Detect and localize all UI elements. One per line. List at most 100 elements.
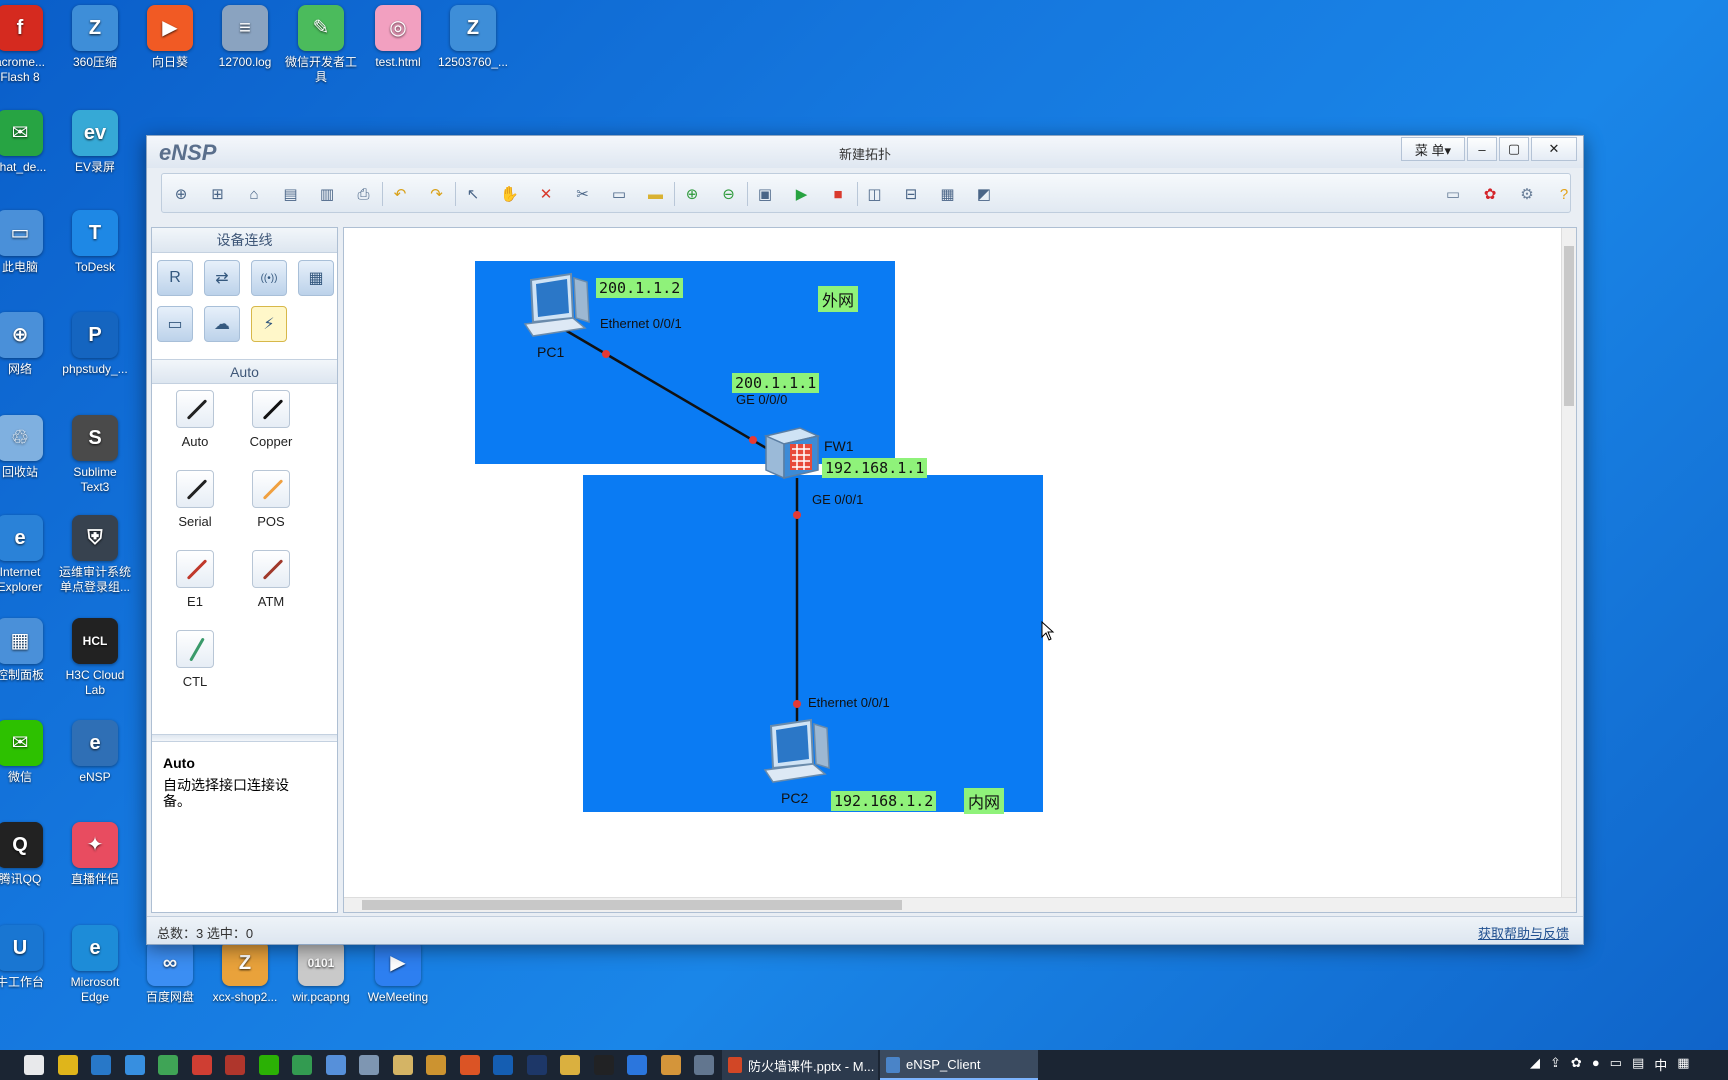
open-icon[interactable]: ⌂ (243, 183, 265, 205)
desktop-icon[interactable]: ▶ WeMeeting (358, 940, 438, 1005)
desktop-icon[interactable]: ∞ 百度网盘 (130, 940, 210, 1005)
stop-icon[interactable]: ■ (827, 183, 849, 205)
select-icon[interactable]: ↖ (462, 183, 484, 205)
pinned-app-icon[interactable] (258, 1055, 279, 1075)
cloud-icon[interactable]: ☁ (204, 306, 240, 342)
task-ensp-client[interactable]: eNSP_Client (880, 1050, 1038, 1080)
desktop-icon[interactable]: S Sublime Text3 (55, 415, 135, 495)
desktop-icon[interactable]: ✉ chat_de... (0, 110, 60, 175)
start-button[interactable] (24, 1055, 44, 1075)
pinned-app-icon[interactable] (560, 1055, 580, 1075)
chat-icon[interactable]: ▭ (1442, 183, 1464, 205)
zoom-out-icon[interactable]: ⊖ (718, 183, 740, 205)
desktop-icon[interactable]: e Microsoft Edge (55, 925, 135, 1005)
display-icon[interactable]: ▭ (1610, 1055, 1622, 1074)
topo-icon[interactable]: ▣ (754, 183, 776, 205)
pinned-app-icon[interactable] (91, 1055, 111, 1075)
undo-icon[interactable]: ↶ (389, 183, 411, 205)
vertical-scrollbar[interactable] (1561, 228, 1576, 898)
upload-icon[interactable]: ⇪ (1550, 1055, 1561, 1074)
pinned-app-icon[interactable] (627, 1055, 647, 1075)
grid-icon[interactable]: ▦ (937, 183, 959, 205)
desktop-icon[interactable]: ▦ 控制面板 (0, 618, 60, 683)
cable-atm[interactable]: ATM (241, 550, 301, 609)
desktop-icon[interactable]: ✎ 微信开发者工具 (281, 5, 361, 85)
desktop-icon[interactable]: HCL H3C Cloud Lab (55, 618, 135, 698)
desktop-icon[interactable]: ◎ test.html (358, 5, 438, 70)
panel-splitter[interactable] (152, 734, 337, 742)
new-topology-icon[interactable]: ⊕ (170, 183, 192, 205)
desktop-icon[interactable]: T ToDesk (55, 210, 135, 275)
mic-icon[interactable]: ● (1592, 1055, 1600, 1074)
pc1-icon[interactable] (519, 272, 593, 338)
ime-indicator[interactable]: 中 (1654, 1055, 1667, 1074)
help-feedback-link[interactable]: 获取帮助与反馈 (1478, 923, 1569, 942)
capture-icon[interactable]: ◫ (864, 183, 886, 205)
help-icon[interactable]: ? (1553, 183, 1575, 205)
cable-copper[interactable]: Copper (241, 390, 301, 449)
pinned-app-icon[interactable] (57, 1055, 78, 1075)
pinned-app-icon[interactable] (158, 1055, 178, 1075)
huawei-tray-icon[interactable]: ✿ (1571, 1055, 1582, 1074)
pinned-app-icon[interactable] (359, 1055, 379, 1075)
rectangle-icon[interactable]: ▬ (645, 183, 667, 205)
firewall-icon[interactable]: ▦ (298, 260, 334, 296)
pinned-app-icon[interactable] (526, 1055, 547, 1075)
pinned-app-icon[interactable] (392, 1055, 413, 1075)
grid-icon[interactable]: ▦ (1677, 1055, 1689, 1074)
pc-icon[interactable]: ▭ (157, 306, 193, 342)
desktop-icon[interactable]: ♲ 回收站 (0, 415, 60, 480)
desktop-icon[interactable]: Z 360压缩 (55, 5, 135, 70)
horizontal-scrollbar[interactable] (344, 897, 1576, 912)
desktop-icon[interactable]: f acrome... Flash 8 (0, 5, 60, 85)
desktop-icon[interactable]: ≡ 12700.log (205, 5, 285, 70)
cable-ctl[interactable]: CTL (165, 630, 225, 689)
desktop-icon[interactable]: ⛨ 运维审计系统 单点登录组... (55, 515, 135, 595)
delete-link-icon[interactable]: ✂ (572, 183, 594, 205)
menu-button[interactable]: 菜 单▾ (1401, 137, 1465, 161)
title-bar[interactable]: eNSP 新建拓扑 菜 单▾ – ▢ ✕ (147, 136, 1583, 168)
topology-canvas[interactable]: 外网 内网 PC1 200.1.1.2 Ethernet 0/0/1 FW1 2… (343, 227, 1577, 913)
router-icon[interactable]: R (157, 260, 193, 296)
desktop-icon[interactable]: ✦ 直播伴侣 (55, 822, 135, 887)
new-lab-icon[interactable]: ⊞ (207, 183, 229, 205)
desktop-icon[interactable]: 0101 wir.pcapng (281, 940, 361, 1005)
minimize-button[interactable]: – (1467, 137, 1497, 161)
huawei-icon[interactable]: ✿ (1479, 183, 1501, 205)
cable-auto[interactable]: Auto (165, 390, 225, 449)
desktop-icon[interactable]: ▭ 此电脑 (0, 210, 60, 275)
pinned-app-icon[interactable] (426, 1055, 446, 1075)
system-tray[interactable]: ◢ ⇪ ✿ ● ▭ ▤ 中 ▦ (1530, 1055, 1690, 1074)
switch-icon[interactable]: ⇄ (204, 260, 240, 296)
print-icon[interactable]: ⎙ (353, 183, 375, 205)
layout-icon[interactable]: ⊟ (900, 183, 922, 205)
connection-icon[interactable]: ⚡ (251, 306, 287, 342)
network-icon[interactable]: ◢ (1530, 1055, 1540, 1074)
horizontal-scroll-thumb[interactable] (362, 900, 902, 910)
desktop-icon[interactable]: ▶ 向日葵 (130, 5, 210, 70)
cable-e1[interactable]: E1 (165, 550, 225, 609)
pinned-app-icon[interactable] (593, 1055, 614, 1075)
pinned-app-icon[interactable] (124, 1055, 145, 1075)
pinned-app-icon[interactable] (325, 1055, 346, 1075)
pinned-app-icon[interactable] (694, 1055, 714, 1075)
save-as-icon[interactable]: ▥ (316, 183, 338, 205)
cable-pos[interactable]: POS (241, 470, 301, 529)
cast-icon[interactable]: ▤ (1632, 1055, 1644, 1074)
desktop-icon[interactable]: e Internet Explorer (0, 515, 60, 595)
pc2-icon[interactable] (759, 718, 833, 784)
pinned-app-icon[interactable] (493, 1055, 513, 1075)
pinned-app-icon[interactable] (191, 1055, 212, 1075)
pan-icon[interactable]: ✋ (499, 183, 521, 205)
firewall-icon[interactable] (762, 424, 822, 482)
pinned-app-icon[interactable] (225, 1055, 245, 1075)
desktop-icon[interactable]: ✉ 微信 (0, 720, 60, 785)
settings-icon[interactable]: ⚙ (1516, 183, 1538, 205)
task-pptx[interactable]: 防火墙课件.pptx - M... (722, 1050, 878, 1080)
save-icon[interactable]: ▤ (280, 183, 302, 205)
pinned-app-icon[interactable] (459, 1055, 480, 1075)
pinned-app-icon[interactable] (660, 1055, 681, 1075)
desktop-icon[interactable]: U 牛工作台 (0, 925, 60, 990)
maximize-button[interactable]: ▢ (1499, 137, 1529, 161)
desktop-icon[interactable]: Zxcx-shop2... (205, 940, 285, 1005)
